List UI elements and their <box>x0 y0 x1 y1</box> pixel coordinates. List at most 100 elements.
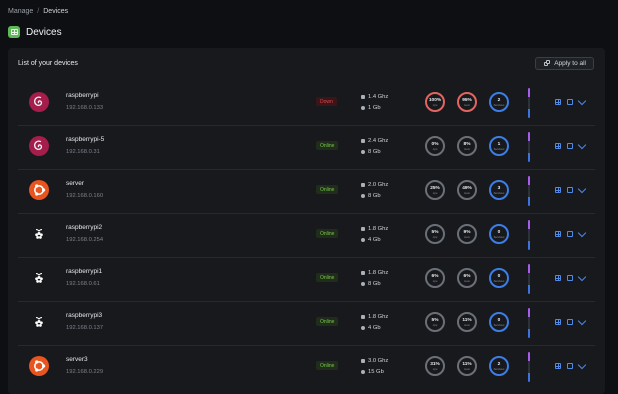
chevron-down-icon[interactable] <box>577 316 587 326</box>
cpu-spec: 3.0 Ghz <box>361 358 388 364</box>
services-label: Services <box>493 366 505 371</box>
os-logo-icon <box>29 224 49 244</box>
services-gauge[interactable]: 0 Services <box>489 224 509 244</box>
status-badge: Down <box>316 97 337 106</box>
chevron-down-icon[interactable] <box>577 140 587 150</box>
edit-icon[interactable] <box>567 143 573 149</box>
device-row[interactable]: raspberrypi1 192.168.0.61 Online 1.8 Ghz… <box>18 258 595 302</box>
edit-icon[interactable] <box>567 363 573 369</box>
device-row[interactable]: server 192.168.0.160 Online 2.0 Ghz 8 Gb… <box>18 170 595 214</box>
devices-grid-icon <box>8 26 20 38</box>
memory-size: 8 Gb <box>368 281 381 287</box>
breadcrumb-current: Devices <box>43 8 69 15</box>
cpu-usage-label: cpu <box>432 322 438 327</box>
device-name[interactable]: raspberrypi1 <box>66 268 102 275</box>
services-gauge[interactable]: 3 Services <box>489 180 509 200</box>
cpu-icon <box>361 359 365 363</box>
device-name[interactable]: server <box>66 180 84 187</box>
chevron-down-icon[interactable] <box>577 228 587 238</box>
cpu-spec: 1.8 Ghz <box>361 314 388 320</box>
chevron-down-icon[interactable] <box>577 96 587 106</box>
services-gauge[interactable]: 2 Services <box>489 356 509 376</box>
services-label: Services <box>493 278 505 283</box>
services-gauge[interactable]: 2 Services <box>489 92 509 112</box>
services-gauge[interactable]: 0 Services <box>489 268 509 288</box>
cpu-icon <box>361 315 365 319</box>
cpu-usage-gauge: 5% cpu <box>425 224 445 244</box>
device-row[interactable]: raspberrypi 192.168.0.133 Down 1.4 Ghz 1… <box>18 82 595 126</box>
edit-icon[interactable] <box>567 275 573 281</box>
device-name[interactable]: raspberrypi <box>66 92 99 99</box>
device-name[interactable]: raspberrypi-5 <box>66 136 104 143</box>
memory-usage-label: mem <box>463 278 471 283</box>
dashboard-icon[interactable] <box>555 363 561 369</box>
status-badge: Online <box>316 141 339 150</box>
cpu-icon <box>361 139 365 143</box>
chevron-down-icon[interactable] <box>577 360 587 370</box>
dashboard-icon[interactable] <box>555 319 561 325</box>
dashboard-icon[interactable] <box>555 143 561 149</box>
dashboard-icon[interactable] <box>555 99 561 105</box>
memory-spec: 15 Gb <box>361 369 384 375</box>
page-title: Devices <box>26 26 62 38</box>
copy-icon <box>543 60 551 67</box>
activity-bar <box>528 88 530 118</box>
cpu-icon <box>361 183 365 187</box>
edit-icon[interactable] <box>567 187 573 193</box>
cpu-usage-gauge: 100% cpu <box>425 92 445 112</box>
device-row[interactable]: raspberrypi-5 192.168.0.31 Online 2.4 Gh… <box>18 126 595 170</box>
device-row[interactable]: raspberrypi2 192.168.0.254 Online 1.8 Gh… <box>18 214 595 258</box>
devices-panel: List of your devices Apply to all raspbe… <box>8 48 605 394</box>
dashboard-icon[interactable] <box>555 231 561 237</box>
activity-bar <box>528 308 530 338</box>
cpu-icon <box>361 95 365 99</box>
cpu-speed: 1.8 Ghz <box>368 314 389 320</box>
device-name[interactable]: server3 <box>66 356 88 363</box>
os-logo-icon <box>29 180 49 200</box>
edit-icon[interactable] <box>567 319 573 325</box>
cpu-usage-label: cpu <box>432 190 438 195</box>
device-name[interactable]: raspberrypi2 <box>66 224 102 231</box>
breadcrumb-manage-link[interactable]: Manage <box>8 8 33 15</box>
services-label: Services <box>493 102 505 107</box>
device-ip: 192.168.0.133 <box>66 105 104 111</box>
memory-spec: 4 Gb <box>361 237 381 243</box>
dashboard-icon[interactable] <box>555 187 561 193</box>
chevron-down-icon[interactable] <box>577 184 587 194</box>
status-badge: Online <box>316 361 339 370</box>
memory-size: 4 Gb <box>368 237 381 243</box>
services-gauge[interactable]: 0 Services <box>489 312 509 332</box>
cpu-usage-gauge: 0% cpu <box>425 136 445 156</box>
memory-icon <box>361 238 365 242</box>
os-logo-icon <box>29 356 49 376</box>
os-logo-icon <box>29 92 49 112</box>
cpu-spec: 2.4 Ghz <box>361 138 388 144</box>
activity-bar <box>528 264 530 294</box>
device-row[interactable]: raspberrypi3 192.168.0.137 Online 1.8 Gh… <box>18 302 595 346</box>
dashboard-icon[interactable] <box>555 275 561 281</box>
memory-usage-gauge: 11% mem <box>457 312 477 332</box>
chevron-down-icon[interactable] <box>577 272 587 282</box>
cpu-speed: 3.0 Ghz <box>368 358 389 364</box>
memory-size: 4 Gb <box>368 325 381 331</box>
memory-size: 1 Gb <box>368 105 381 111</box>
memory-icon <box>361 370 365 374</box>
device-row[interactable]: server3 192.168.0.229 Online 3.0 Ghz 15 … <box>18 346 595 389</box>
cpu-usage-label: cpu <box>432 278 438 283</box>
services-gauge[interactable]: 1 Services <box>489 136 509 156</box>
memory-size: 8 Gb <box>368 149 381 155</box>
status-badge: Online <box>316 317 339 326</box>
cpu-speed: 1.8 Ghz <box>368 270 389 276</box>
edit-icon[interactable] <box>567 231 573 237</box>
memory-spec: 4 Gb <box>361 325 381 331</box>
apply-to-all-button[interactable]: Apply to all <box>535 57 594 70</box>
os-logo-icon <box>29 268 49 288</box>
cpu-icon <box>361 227 365 231</box>
memory-usage-label: mem <box>463 234 471 239</box>
services-label: Services <box>493 190 505 195</box>
device-name[interactable]: raspberrypi3 <box>66 312 102 319</box>
cpu-usage-label: cpu <box>432 102 438 107</box>
edit-icon[interactable] <box>567 99 573 105</box>
memory-usage-gauge: 6% mem <box>457 268 477 288</box>
memory-usage-gauge: 8% mem <box>457 136 477 156</box>
